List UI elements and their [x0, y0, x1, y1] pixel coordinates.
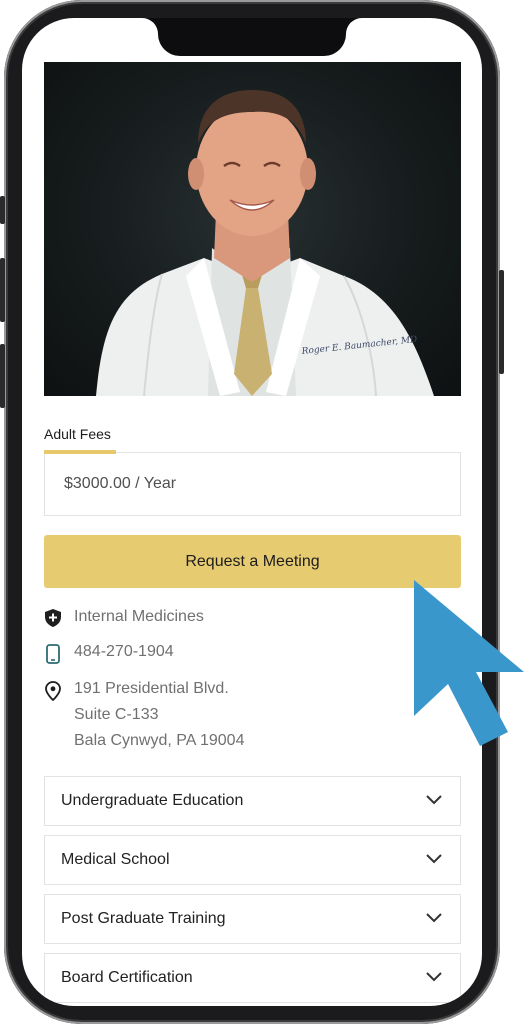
- address-line-1: 191 Presidential Blvd.: [74, 680, 229, 697]
- accordion-label: Undergraduate Education: [61, 792, 244, 809]
- power-button: [499, 270, 504, 374]
- doctor-profile: Roger E. Baumacher, MD Adult Fees $3000.…: [44, 62, 461, 1003]
- address-lines: 191 Presidential Blvd. Suite C-133 Bala …: [74, 680, 244, 754]
- accordion-label: Board Certification: [61, 969, 193, 986]
- credentials-accordion: Undergraduate Education Medical School P…: [44, 776, 461, 1003]
- phone-row[interactable]: 484-270-1904: [44, 643, 461, 664]
- location-pin-icon: [44, 680, 62, 701]
- accordion-undergraduate-education[interactable]: Undergraduate Education: [44, 776, 461, 826]
- pointer-cursor-icon: [410, 576, 527, 753]
- specialty-row: Internal Medicines: [44, 608, 461, 627]
- fee-price: $3000.00 / Year: [64, 475, 177, 492]
- tab-adult-fees[interactable]: Adult Fees: [44, 426, 461, 454]
- tab-adult-fees-label: Adult Fees: [44, 426, 111, 442]
- chevron-down-icon: [426, 969, 442, 987]
- specialty-text: Internal Medicines: [74, 608, 204, 625]
- accordion-label: Medical School: [61, 851, 170, 868]
- phone-screen: Roger E. Baumacher, MD Adult Fees $3000.…: [22, 18, 482, 1006]
- chevron-down-icon: [426, 910, 442, 928]
- accordion-board-certification[interactable]: Board Certification: [44, 953, 461, 1003]
- phone-number[interactable]: 484-270-1904: [74, 643, 174, 661]
- silent-switch: [0, 196, 5, 224]
- medical-shield-icon: [44, 608, 62, 627]
- address-line-3: Bala Cynwyd, PA 19004: [74, 732, 245, 749]
- chevron-down-icon: [426, 851, 442, 869]
- volume-up-button: [0, 258, 5, 322]
- accordion-post-graduate-training[interactable]: Post Graduate Training: [44, 894, 461, 944]
- accordion-label: Post Graduate Training: [61, 910, 226, 927]
- notch: [158, 18, 346, 56]
- chevron-down-icon: [426, 792, 442, 810]
- volume-down-button: [0, 344, 5, 408]
- address-row: 191 Presidential Blvd. Suite C-133 Bala …: [44, 680, 461, 754]
- accordion-medical-school[interactable]: Medical School: [44, 835, 461, 885]
- request-meeting-button[interactable]: Request a Meeting: [44, 535, 461, 588]
- contact-info: Internal Medicines 484-270-1904 191 Pres…: [44, 608, 461, 754]
- address-line-2: Suite C-133: [74, 706, 159, 723]
- phone-icon: [44, 643, 62, 664]
- fee-price-box: $3000.00 / Year: [44, 452, 461, 516]
- tab-active-indicator: [44, 450, 116, 454]
- doctor-photo: Roger E. Baumacher, MD: [44, 62, 461, 396]
